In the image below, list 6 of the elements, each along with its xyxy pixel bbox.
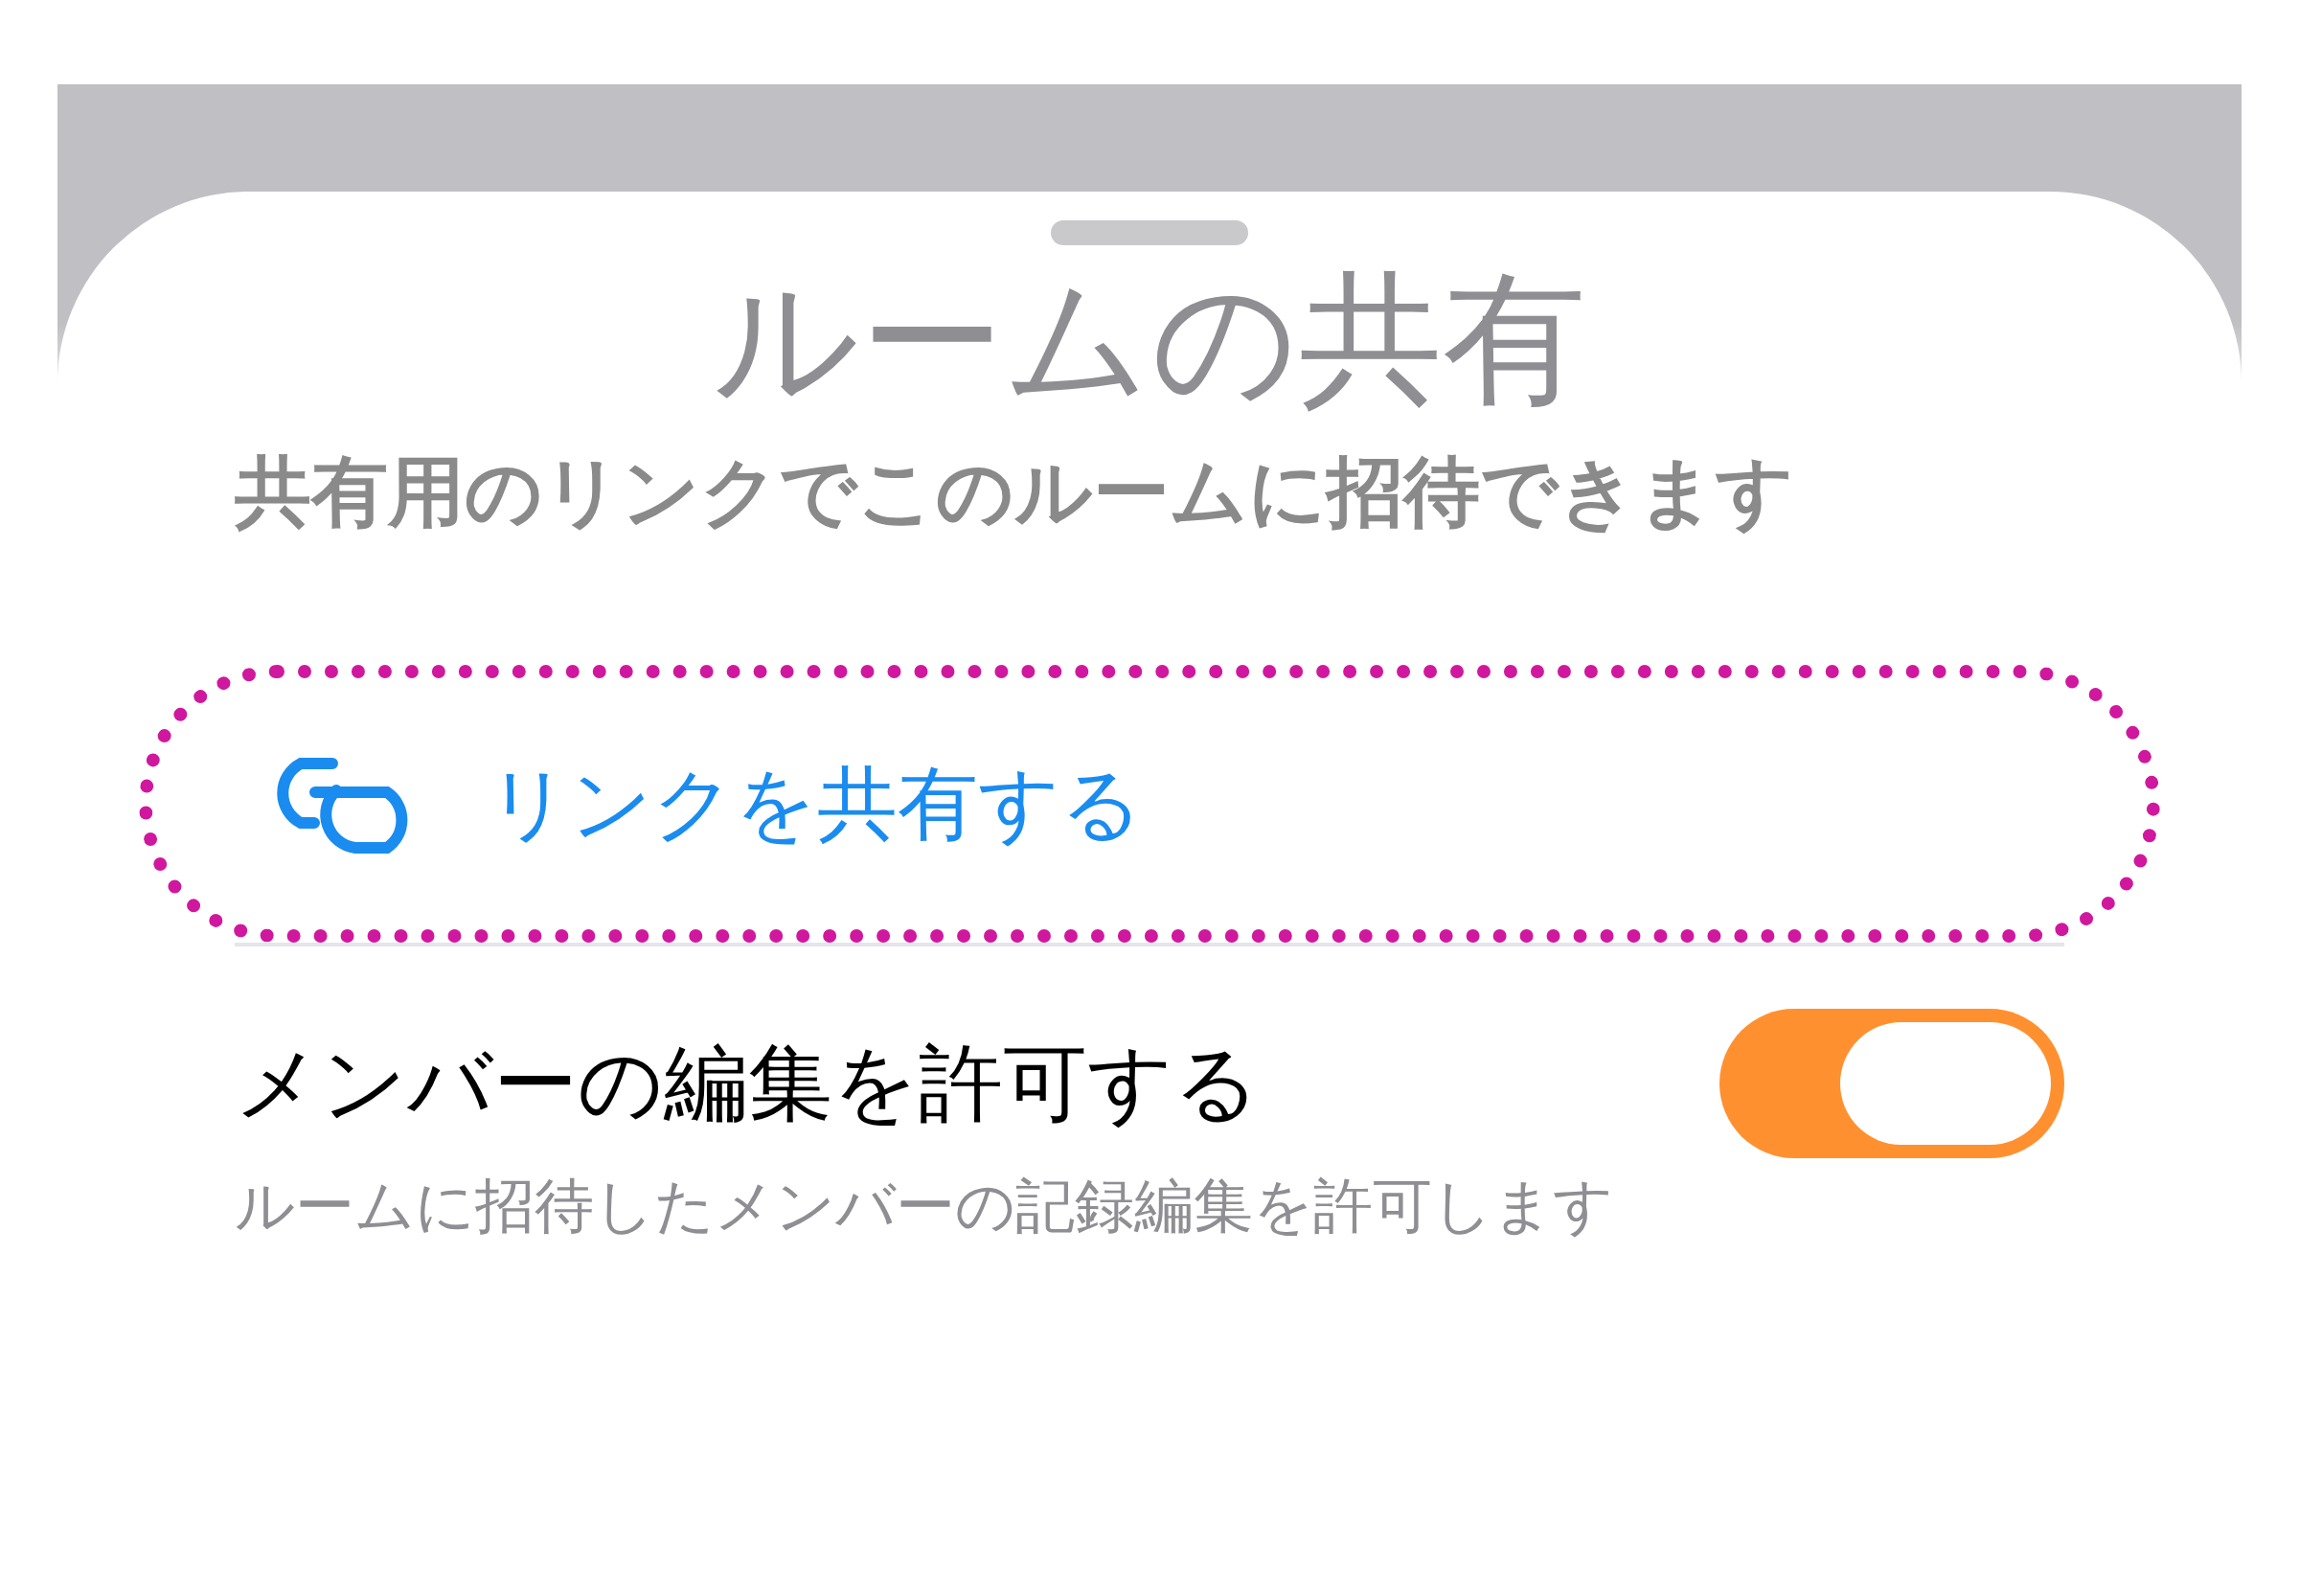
sheet-subtitle: 共有用のリンクでこのルームに招待できます	[235, 446, 1795, 538]
share-link-button[interactable]: リンクを共有する	[139, 665, 2160, 943]
sheet-handle[interactable]	[1051, 220, 1248, 245]
allow-edit-label: メンバーの編集を許可する	[235, 1033, 1260, 1134]
sheet-title: ルームの共有	[713, 255, 1586, 424]
allow-edit-description: ルームに招待したメンバーの記録編集を許可します	[235, 1170, 1614, 1243]
